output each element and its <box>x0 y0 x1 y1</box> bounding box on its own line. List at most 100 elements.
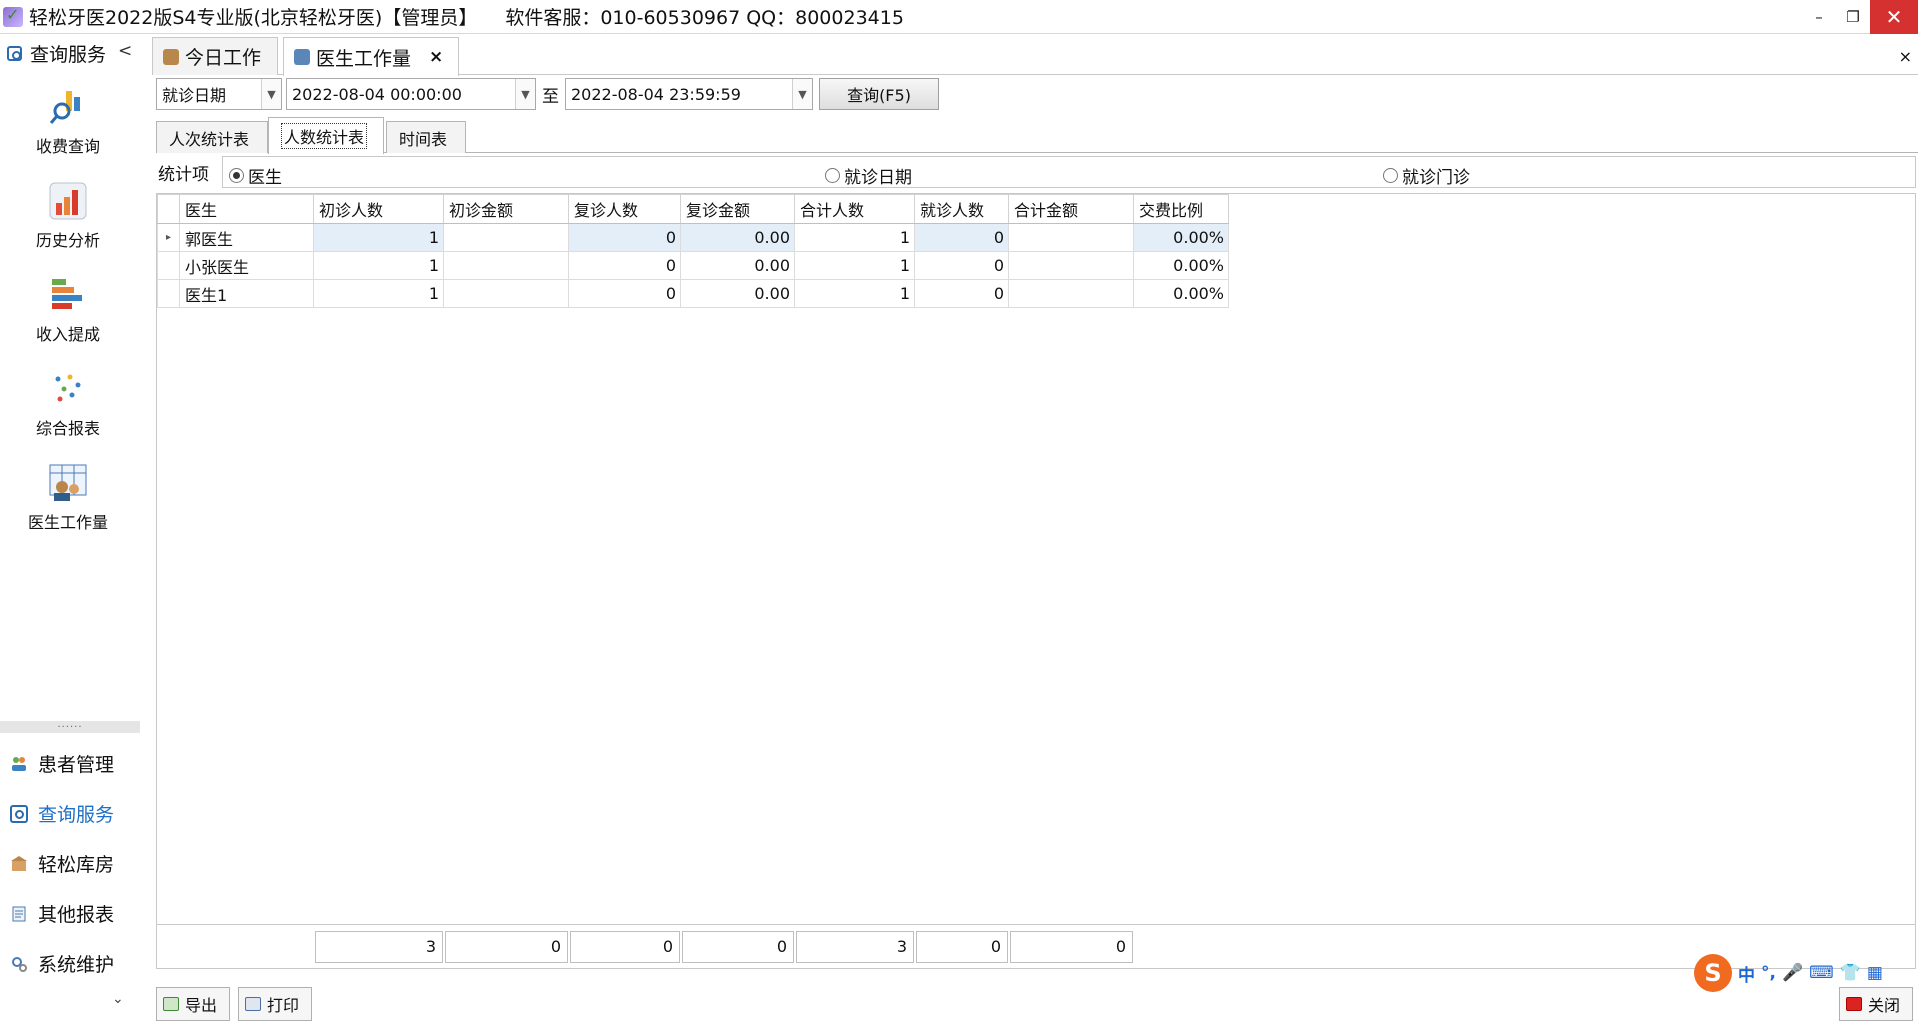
restore-icon[interactable]: ❐ <box>1836 0 1870 34</box>
tab-time-table[interactable]: 时间表 <box>386 121 466 153</box>
sidebar-item-doctor-workload[interactable]: 医生工作量 <box>0 463 136 533</box>
cell-visit-count[interactable]: 0 <box>914 223 1009 252</box>
date-type-select[interactable]: 就诊日期 ▼ <box>156 78 282 110</box>
end-datetime-picker[interactable]: 2022-08-04 23:59:59 ▼ <box>565 78 813 110</box>
cell-doctor[interactable]: 郭医生 <box>179 223 314 252</box>
column-header[interactable]: 医生 <box>179 194 314 224</box>
keyboard-icon[interactable]: ⌨ <box>1809 963 1834 983</box>
cell-total-count[interactable]: 1 <box>794 251 915 280</box>
tab-patient-count[interactable]: 人数统计表 <box>268 117 384 154</box>
column-header[interactable]: 交费比例 <box>1133 194 1229 224</box>
cell-doctor[interactable]: 小张医生 <box>179 251 314 280</box>
tab-visit-count[interactable]: 人次统计表 <box>156 121 268 153</box>
tab-close-icon[interactable]: × <box>429 47 443 67</box>
cell-total-count[interactable]: 1 <box>794 279 915 308</box>
row-indicator-cell <box>157 251 180 280</box>
column-header[interactable]: 合计人数 <box>794 194 915 224</box>
radio-unchecked-icon[interactable] <box>825 168 840 183</box>
nav-group-label: 查询服务 <box>38 804 115 826</box>
column-header[interactable]: 复诊人数 <box>568 194 681 224</box>
radio-unchecked-icon[interactable] <box>1383 168 1398 183</box>
chevron-down-icon[interactable]: ⌄ <box>112 991 124 1007</box>
radio-checked-icon[interactable] <box>229 168 244 183</box>
query-button[interactable]: 查询(F5) <box>819 78 939 110</box>
tile-label: 收费查询 <box>35 137 100 156</box>
nav-group-system-maintenance[interactable]: 系统维护 <box>10 950 114 977</box>
radio-label: 就诊门诊 <box>1402 168 1470 188</box>
cell-return-visit-count[interactable]: 0 <box>568 279 681 308</box>
cell-payment-ratio[interactable]: 0.00% <box>1133 279 1229 308</box>
cell-first-visit-count[interactable]: 1 <box>313 223 444 252</box>
panel-close-icon[interactable]: × <box>1899 47 1912 66</box>
column-header[interactable]: 合计金额 <box>1008 194 1134 224</box>
cell-total-count[interactable]: 1 <box>794 223 915 252</box>
nav-group-warehouse[interactable]: 轻松库房 <box>10 850 114 877</box>
cell-first-visit-amount[interactable] <box>443 223 569 252</box>
radio-visit-clinic[interactable]: 就诊门诊 <box>1383 163 1470 188</box>
cell-visit-count[interactable]: 0 <box>914 251 1009 280</box>
tab-today-work[interactable]: 今日工作 <box>152 37 278 75</box>
support-info: 软件客服：010-60530967 QQ：800023415 <box>505 7 904 29</box>
apps-icon[interactable]: ▦ <box>1867 963 1883 983</box>
cell-total-amount[interactable] <box>1008 223 1134 252</box>
cell-first-visit-amount[interactable] <box>443 279 569 308</box>
cell-total-amount[interactable] <box>1008 279 1134 308</box>
sidebar-item-income-commission[interactable]: 收入提成 <box>0 275 136 345</box>
print-label: 打印 <box>267 996 300 1015</box>
cell-doctor[interactable]: 医生1 <box>179 279 314 308</box>
column-header[interactable]: 复诊金额 <box>680 194 795 224</box>
table-row[interactable]: 医生1 1 0 0.00 1 0 0.00% <box>157 279 1229 308</box>
column-header[interactable]: 初诊人数 <box>313 194 444 224</box>
chinese-mode-icon[interactable]: 中 <box>1738 961 1755 986</box>
column-header[interactable]: 就诊人数 <box>914 194 1009 224</box>
radio-visit-date[interactable]: 就诊日期 <box>825 163 912 188</box>
microphone-icon[interactable]: 🎤 <box>1782 963 1803 983</box>
punctuation-icon[interactable]: °, <box>1761 963 1776 983</box>
chevron-down-icon[interactable]: ▼ <box>515 79 535 109</box>
tab-doctor-workload[interactable]: 医生工作量 × <box>283 37 459 76</box>
export-label: 导出 <box>185 996 218 1015</box>
sidebar-item-fee-query[interactable]: 收费查询 <box>0 87 136 157</box>
chevron-down-icon[interactable]: ▼ <box>261 79 281 109</box>
bottom-toolbar: 导出 打印 关闭 <box>152 987 1918 1021</box>
nav-group-query[interactable]: 查询服务 <box>10 800 114 827</box>
table-row[interactable]: 小张医生 1 0 0.00 1 0 0.00% <box>157 251 1229 280</box>
tile-label: 综合报表 <box>35 419 100 438</box>
nav-group-patients[interactable]: 患者管理 <box>10 750 114 777</box>
window-controls: – ❐ ✕ <box>1802 0 1918 34</box>
cell-return-visit-count[interactable]: 0 <box>568 223 681 252</box>
sogou-logo-icon[interactable]: S <box>1694 954 1732 992</box>
main-panel: 今日工作 医生工作量 × × 就诊日期 ▼ 2022-08-04 00:00:0… <box>152 35 1918 1021</box>
sidebar-splitter[interactable]: ...... <box>0 720 140 733</box>
print-button[interactable]: 打印 <box>238 987 312 1021</box>
cell-return-visit-amount[interactable]: 0.00 <box>680 279 795 308</box>
cell-payment-ratio[interactable]: 0.00% <box>1133 223 1229 252</box>
cell-first-visit-count[interactable]: 1 <box>313 279 444 308</box>
sidebar-item-history-analysis[interactable]: 历史分析 <box>0 181 136 251</box>
radio-doctor[interactable]: 医生 <box>229 163 282 188</box>
table-row[interactable]: ▸ 郭医生 1 0 0.00 1 0 0.00% <box>157 223 1229 252</box>
cell-first-visit-amount[interactable] <box>443 251 569 280</box>
cell-payment-ratio[interactable]: 0.00% <box>1133 251 1229 280</box>
cell-total-amount[interactable] <box>1008 251 1134 280</box>
close-icon[interactable]: ✕ <box>1870 0 1918 34</box>
tab-label: 人数统计表 <box>281 123 368 149</box>
cell-first-visit-count[interactable]: 1 <box>313 251 444 280</box>
grid-summary-row: 3 0 0 0 3 0 0 <box>157 924 1915 968</box>
cell-visit-count[interactable]: 0 <box>914 279 1009 308</box>
tab-label: 人次统计表 <box>169 129 250 149</box>
column-header[interactable]: 初诊金额 <box>443 194 569 224</box>
collapse-icon[interactable]: < <box>118 41 132 61</box>
cell-return-visit-amount[interactable]: 0.00 <box>680 251 795 280</box>
nav-group-other-reports[interactable]: 其他报表 <box>10 900 114 927</box>
cell-return-visit-amount[interactable]: 0.00 <box>680 223 795 252</box>
tab-label: 今日工作 <box>185 47 262 69</box>
chevron-down-icon[interactable]: ▼ <box>792 79 812 109</box>
tile-label: 医生工作量 <box>27 513 108 532</box>
start-datetime-picker[interactable]: 2022-08-04 00:00:00 ▼ <box>286 78 536 110</box>
cell-return-visit-count[interactable]: 0 <box>568 251 681 280</box>
export-button[interactable]: 导出 <box>156 987 230 1021</box>
sidebar-item-comprehensive-report[interactable]: 综合报表 <box>0 369 136 439</box>
minimize-icon[interactable]: – <box>1802 0 1836 34</box>
skin-icon[interactable]: 👕 <box>1840 963 1861 983</box>
